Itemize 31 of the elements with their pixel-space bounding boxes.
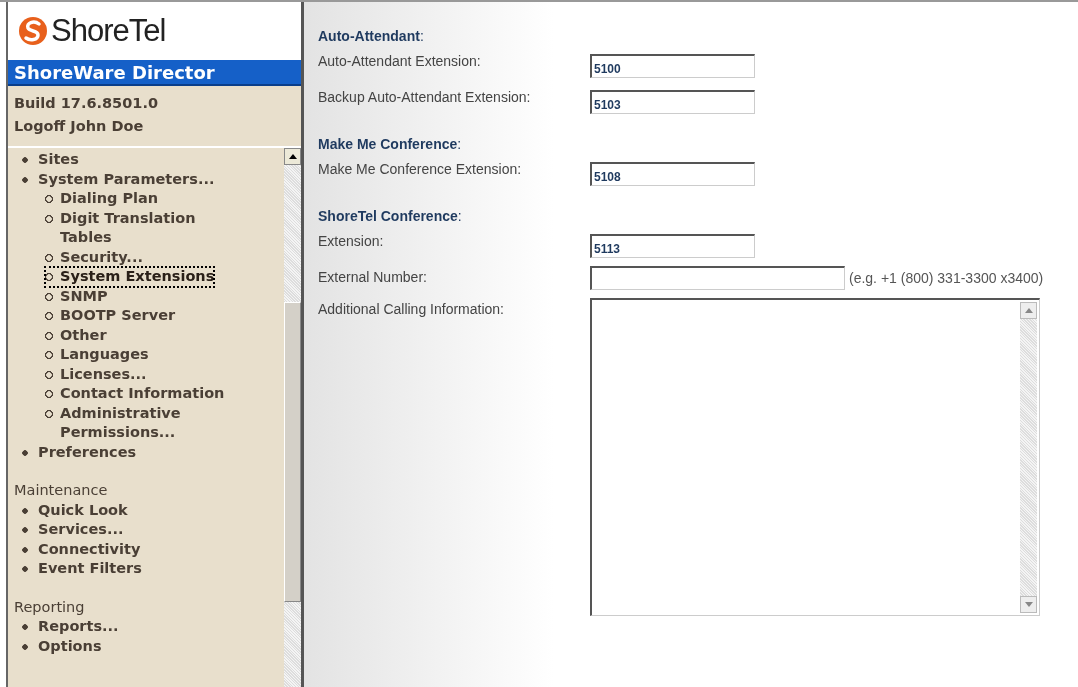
scroll-thumb[interactable] <box>284 302 301 602</box>
field-label: Make Me Conference Extension: <box>318 160 523 179</box>
logo-icon <box>18 16 48 46</box>
nav-link[interactable]: Dialing Plan <box>45 189 159 209</box>
input-field[interactable] <box>590 266 845 290</box>
scroll-down-button[interactable] <box>1020 596 1037 613</box>
input-field[interactable]: 5100 <box>590 54 755 78</box>
scrollbar[interactable] <box>284 148 301 687</box>
field-label: External Number: <box>318 268 428 287</box>
logo-text: ShoreTel <box>51 13 166 49</box>
build-label: Build 17.6.8501.0 <box>14 94 159 113</box>
logoff-link[interactable]: Logoff John Doe <box>14 115 295 138</box>
scroll-up-button[interactable] <box>284 148 301 165</box>
up-arrow-icon <box>288 154 297 159</box>
section-heading: Make Me Conference: <box>318 136 463 152</box>
input-field[interactable]: 5103 <box>590 90 755 114</box>
nav-section-heading: Maintenance <box>13 481 109 500</box>
section-heading: Auto-Attendant: <box>318 28 425 44</box>
field-label: Backup Auto-Attendant Extension: <box>318 88 532 107</box>
field-label: Extension: <box>318 232 385 251</box>
product-title-bar: ShoreWare Director <box>8 60 301 86</box>
down-arrow-icon <box>1024 602 1033 607</box>
nav-link[interactable]: System Extensions <box>45 267 215 287</box>
up-arrow-icon <box>1024 308 1033 313</box>
field-label: Additional Calling Information: <box>318 300 505 319</box>
section-heading: ShoreTel Conference: <box>318 208 463 224</box>
nav-section-heading: Reporting <box>13 597 86 617</box>
format-hint: (e.g. +1 (800) 331-3300 x3400) <box>849 269 1044 288</box>
input-field[interactable]: 5108 <box>590 162 755 186</box>
field-label: Auto-Attendant Extension: <box>318 52 482 71</box>
input-field[interactable]: 5113 <box>590 234 755 258</box>
